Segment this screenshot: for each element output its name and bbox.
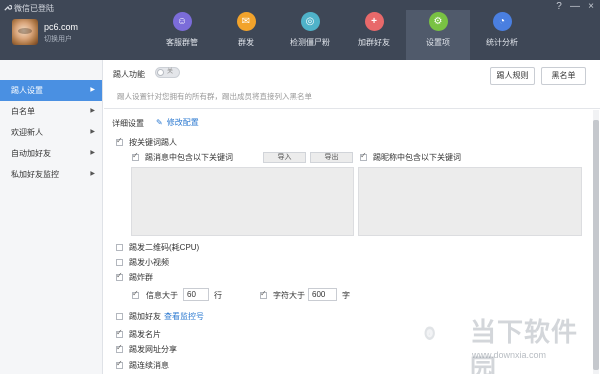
kick-function-toggle[interactable]: 关 [155,67,180,78]
nav-customer-group[interactable]: ☺ 客服群管 [150,10,214,60]
gear-icon: ⚙ [428,12,448,31]
qr-checkbox[interactable] [116,244,123,251]
sidebar-item-welcome[interactable]: 欢迎新人 ▶ [0,122,102,143]
sidebar-item-label: 私加好友监控 [11,170,59,179]
char-over-checkbox[interactable] [260,289,267,299]
divider [104,108,600,109]
sidebar-item-kick-settings[interactable]: 踢人设置 ▶ [0,80,102,101]
wrench-icon [4,4,12,11]
char-over-input[interactable]: 600 [308,288,337,301]
video-label: 踢发小视频 [129,258,169,267]
video-checkbox[interactable] [116,259,123,266]
minimize-button[interactable]: — [570,1,580,13]
sidebar-item-label: 白名单 [11,107,35,116]
msg-keyword-label: 踢消息中包含以下关键词 [145,153,233,162]
toggle-knob [157,69,164,76]
sidebar-item-label: 欢迎新人 [11,128,43,137]
blacklist-button[interactable]: 黑名单 [541,67,586,85]
help-button[interactable]: ? [554,1,564,13]
sidebar-item-private-monitor[interactable]: 私加好友监控 ▶ [0,164,102,185]
edit-config-link[interactable]: ✎ 修改配置 [156,117,199,128]
top-nav: ☺ 客服群管 ✉ 群发 ◎ 检测僵尸粉 + 加群好友 ⚙ 设置项 ◔ 统计分析 [150,10,534,60]
kick-description: 踢人设置针对您拥有的所有群，踢出成员将直接列入黑名单 [117,92,312,101]
share-link-checkbox[interactable] [116,343,123,353]
card-checkbox[interactable] [116,328,123,338]
view-monitor-link[interactable]: 查看监控号 [164,311,204,322]
kick-keyword-checkbox[interactable] [116,136,123,146]
nav-label: 加群好友 [358,38,390,47]
user-name: pc6.com [44,22,79,32]
nav-label: 检测僵尸粉 [290,38,330,47]
nick-keyword-label: 踢昵称中包含以下关键词 [373,153,461,162]
svg-text:↓: ↓ [428,331,430,336]
char-unit: 字 [342,291,350,300]
qr-label: 踢发二维码(耗CPU) [129,243,200,252]
card-label: 踢发名片 [129,330,161,339]
add-friend-checkbox[interactable] [116,313,123,320]
person-icon: ☺ [172,12,192,31]
flood-label: 踢炸群 [129,273,153,282]
detail-settings-title: 详细设置 [112,119,144,128]
header-bar: 微信已登陆 ? — × pc6.com 切换用户 ☺ 客服群管 ✉ 群发 ◎ 检… [0,0,600,60]
continuous-label: 踢连续消息 [129,361,169,370]
msg-over-input[interactable]: 60 [183,288,209,301]
add-friend-icon: + [364,12,384,31]
chevron-right-icon: ▶ [90,129,95,135]
edit-config-label: 修改配置 [166,118,199,127]
kick-rules-button[interactable]: 踢人规则 [490,67,535,85]
chevron-right-icon: ▶ [90,87,95,93]
msg-over-checkbox[interactable] [132,289,139,299]
chevron-right-icon: ▶ [90,108,95,114]
nav-label: 群发 [238,38,254,47]
magnifier-icon: ◎ [300,12,320,31]
nav-label: 客服群管 [166,38,198,47]
window-controls: ? — × [554,1,596,13]
pie-chart-icon: ◔ [492,12,512,31]
watermark-title: 当下软件园 [470,317,579,374]
close-button[interactable]: × [586,1,596,13]
nav-label: 设置项 [426,38,450,47]
chevron-right-icon: ▶ [90,171,95,177]
share-link-label: 踢发网址分享 [129,345,177,354]
watermark-logo-icon: ↓ [424,326,435,340]
kick-keyword-label: 按关键词踢人 [129,138,177,147]
avatar[interactable] [12,19,38,45]
nav-label: 统计分析 [486,38,518,47]
msg-keyword-textarea[interactable] [131,167,354,236]
nav-add-friend[interactable]: + 加群好友 [342,10,406,60]
chevron-right-icon: ▶ [90,150,95,156]
nav-mass-send[interactable]: ✉ 群发 [214,10,278,60]
char-over-label: 字符大于 [273,291,305,300]
msg-unit: 行 [214,291,222,300]
add-friend-label: 踢加好友 [129,312,161,321]
flood-checkbox[interactable] [116,271,123,281]
nav-settings[interactable]: ⚙ 设置项 [406,10,470,60]
sidebar-item-whitelist[interactable]: 白名单 ▶ [0,101,102,122]
nav-statistics[interactable]: ◔ 统计分析 [470,10,534,60]
kick-function-label: 踢人功能 [113,70,145,79]
nav-zombie-check[interactable]: ◎ 检测僵尸粉 [278,10,342,60]
megaphone-icon: ✉ [236,12,256,31]
nick-keyword-textarea[interactable] [358,167,582,236]
sidebar: 踢人设置 ▶ 白名单 ▶ 欢迎新人 ▶ 自动加好友 ▶ 私加好友监控 ▶ [0,60,103,374]
export-button[interactable]: 导出 [310,152,353,163]
msg-over-label: 信息大于 [146,291,178,300]
nick-keyword-checkbox[interactable] [360,151,367,161]
continuous-checkbox[interactable] [116,359,123,369]
import-button[interactable]: 导入 [263,152,306,163]
pencil-icon: ✎ [156,118,163,127]
toggle-state: 关 [167,69,174,75]
watermark-url: www.downxia.com [472,350,547,360]
sidebar-item-label: 踢人设置 [11,86,43,95]
msg-keyword-checkbox[interactable] [132,151,139,161]
sidebar-item-auto-add-friend[interactable]: 自动加好友 ▶ [0,143,102,164]
switch-user-link[interactable]: 切换用户 [44,34,72,44]
sidebar-item-label: 自动加好友 [11,149,51,158]
window-title: 微信已登陆 [14,4,54,13]
